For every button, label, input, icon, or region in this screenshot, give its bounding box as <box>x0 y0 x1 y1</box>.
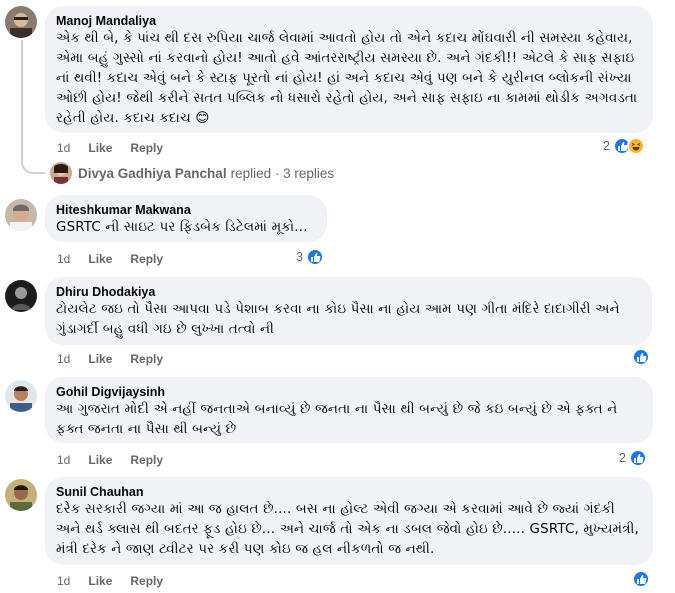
reaction-count: 2 <box>603 139 610 153</box>
comment-actions: 1d Like Reply <box>57 352 163 366</box>
comment-text: આ ગુજરાત મોદી એ નહીં જનતાએ બનાવ્યું છે જ… <box>56 402 618 437</box>
like-button[interactable]: Like <box>88 252 112 266</box>
view-replies-link[interactable]: Divya Gadhiya Panchal replied · 3 replie… <box>50 162 334 184</box>
comment: Sunil Chauhan દરેક સરકારી જગ્યા માં આ જ … <box>0 476 675 593</box>
reaction-summary[interactable]: 3 <box>296 248 324 266</box>
like-button[interactable]: Like <box>88 352 112 366</box>
like-reaction-icon <box>305 248 324 266</box>
like-button[interactable]: Like <box>88 453 112 467</box>
avatar <box>50 162 72 184</box>
avatar[interactable] <box>5 479 37 511</box>
comment-actions: 1d Like Reply <box>57 574 163 588</box>
comment-time[interactable]: 1d <box>57 574 70 588</box>
comment-author[interactable]: Sunil Chauhan <box>56 484 641 500</box>
avatar[interactable] <box>5 6 37 38</box>
comment-actions: 1d Like Reply <box>57 252 163 266</box>
reaction-summary[interactable]: 2 <box>619 449 647 467</box>
comment-text: દરેક સરકારી જગ્યા માં આ જ હાલત છે.... બસ… <box>56 502 639 557</box>
like-reaction-icon <box>632 348 650 366</box>
comment-time[interactable]: 1d <box>57 352 70 366</box>
like-reaction-icon <box>632 570 650 588</box>
reply-button[interactable]: Reply <box>130 352 163 366</box>
comment-author[interactable]: Hiteshkumar Makwana <box>56 202 315 218</box>
avatar[interactable] <box>5 199 37 231</box>
replies-count: replied · 3 replies <box>230 165 335 181</box>
comment-time[interactable]: 1d <box>57 252 70 266</box>
comment-time[interactable]: 1d <box>57 453 70 467</box>
comment: Hiteshkumar Makwana GSRTC ની સાઇટ પર ફિડ… <box>0 195 675 275</box>
comment-author[interactable]: Manoj Mandaliya <box>56 13 641 29</box>
comment-text: એક થી બે, કે પાંચ થી દસ રુપિયા ચાર્જ લેવ… <box>56 31 638 126</box>
comment-author[interactable]: Dhiru Dhodakiya <box>56 284 640 300</box>
reaction-summary[interactable] <box>629 570 650 588</box>
replies-author: Divya Gadhiya Panchal <box>78 165 227 181</box>
like-button[interactable]: Like <box>88 574 112 588</box>
reaction-count: 3 <box>296 250 303 264</box>
comment-text: ટોયલેટ જઇ તો પૈસા આપવા પડે પેશાબ કરવા ના… <box>56 302 620 337</box>
haha-reaction-icon <box>626 137 645 155</box>
avatar[interactable] <box>5 380 37 412</box>
comment-bubble: Manoj Mandaliya એક થી બે, કે પાંચ થી દસ … <box>45 6 653 133</box>
comment: Manoj Mandaliya એક થી બે, કે પાંચ થી દસ … <box>0 0 675 190</box>
comment-text: GSRTC ની સાઇટ પર ફિડબેક ડિટેલમાં મૂકો... <box>56 220 308 235</box>
comment-bubble: Gohil Digvijaysinh આ ગુજરાત મોદી એ નહીં … <box>45 377 653 443</box>
comment: Gohil Digvijaysinh આ ગુજરાત મોદી એ નહીં … <box>0 376 675 474</box>
reaction-summary[interactable] <box>629 348 650 366</box>
reply-button[interactable]: Reply <box>130 141 163 155</box>
comment: Dhiru Dhodakiya ટોયલેટ જઇ તો પૈસા આપવા પ… <box>0 276 675 371</box>
comment-bubble: Dhiru Dhodakiya ટોયલેટ જઇ તો પૈસા આપવા પ… <box>45 277 652 345</box>
reply-button[interactable]: Reply <box>130 252 163 266</box>
like-button[interactable]: Like <box>88 141 112 155</box>
comment-bubble: Sunil Chauhan દરેક સરકારી જગ્યા માં આ જ … <box>45 477 653 565</box>
comment-bubble: Hiteshkumar Makwana GSRTC ની સાઇટ પર ફિડ… <box>45 195 327 242</box>
comment-author[interactable]: Gohil Digvijaysinh <box>56 384 641 400</box>
avatar[interactable] <box>5 280 37 312</box>
comment-actions: 1d Like Reply <box>57 141 163 155</box>
reply-button[interactable]: Reply <box>130 453 163 467</box>
reaction-count: 2 <box>619 451 626 465</box>
reply-button[interactable]: Reply <box>130 574 163 588</box>
comment-actions: 1d Like Reply <box>57 453 163 467</box>
thread-line <box>21 40 45 174</box>
comment-time[interactable]: 1d <box>57 141 70 155</box>
like-reaction-icon <box>628 449 647 467</box>
reaction-summary[interactable]: 2 <box>603 137 645 155</box>
